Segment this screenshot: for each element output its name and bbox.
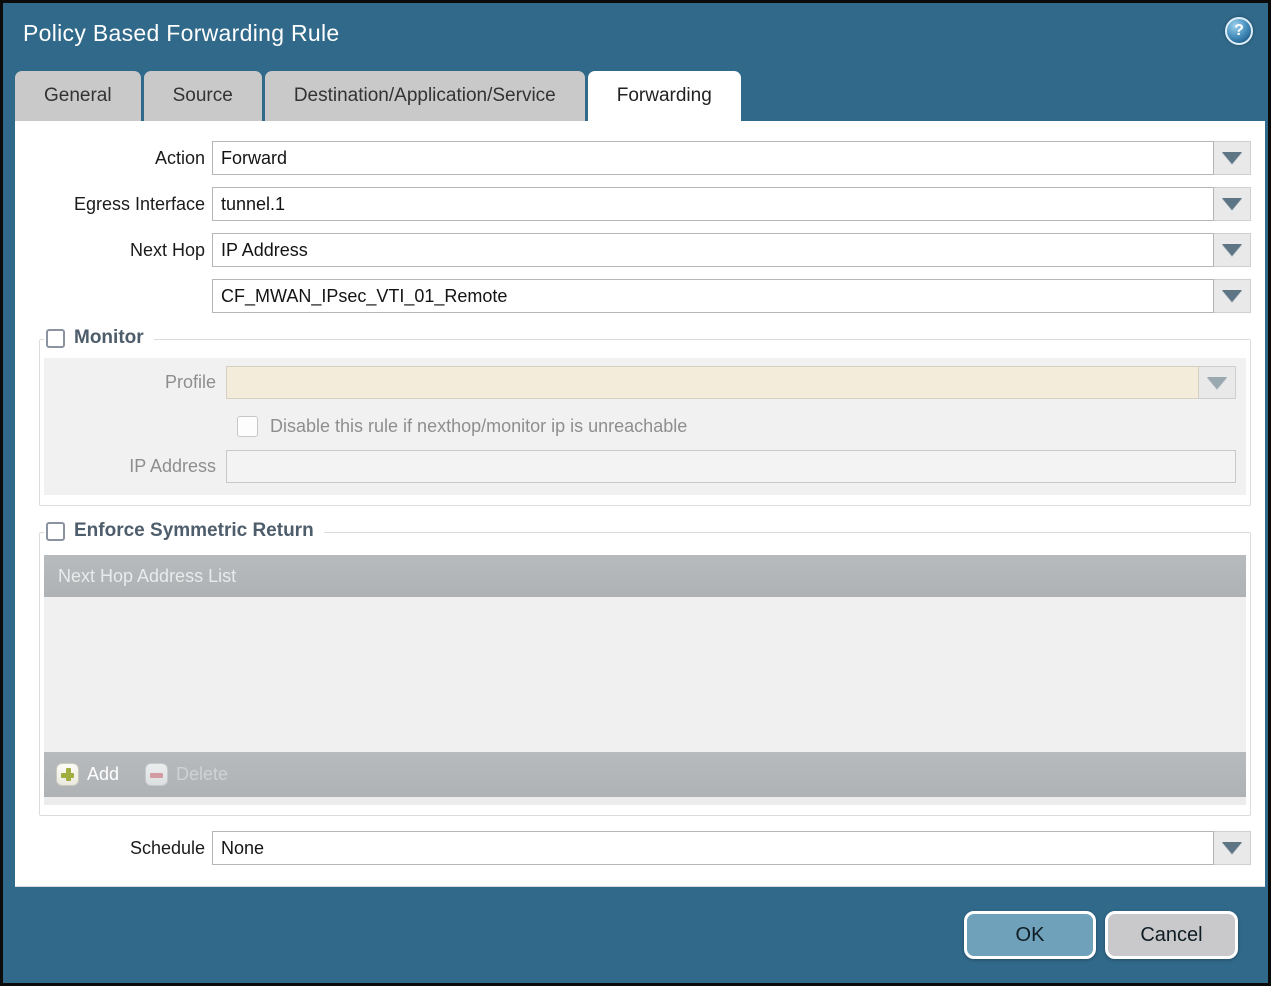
schedule-label: Schedule bbox=[129, 838, 205, 858]
schedule-input[interactable] bbox=[212, 831, 1214, 865]
monitor-ip-address-input bbox=[226, 450, 1236, 483]
monitor-legend: Monitor bbox=[44, 327, 154, 349]
egress-interface-dropdown-button[interactable] bbox=[1214, 187, 1251, 221]
symmetric-return-checkbox[interactable] bbox=[46, 521, 65, 541]
symmetric-return-legend: Enforce Symmetric Return bbox=[44, 520, 324, 542]
next-hop-address-list-header: Next Hop Address List bbox=[44, 555, 1246, 597]
egress-interface-input[interactable] bbox=[212, 187, 1214, 221]
profile-dropdown-button bbox=[1199, 366, 1236, 399]
forwarding-tab-panel: Action Egress Interface Next Hop bbox=[15, 121, 1265, 887]
chevron-down-icon bbox=[1222, 290, 1242, 302]
next-hop-address-list-body bbox=[44, 597, 1246, 752]
table-bottom-strip bbox=[44, 797, 1246, 805]
plus-icon bbox=[56, 763, 79, 786]
next-hop-address-label-spacer bbox=[15, 279, 212, 313]
egress-interface-label: Egress Interface bbox=[73, 194, 205, 214]
dialog-title: Policy Based Forwarding Rule bbox=[23, 20, 340, 46]
schedule-dropdown-button[interactable] bbox=[1214, 831, 1251, 865]
monitor-legend-label: Monitor bbox=[74, 327, 144, 348]
title-bar: Policy Based Forwarding Rule ? bbox=[3, 3, 1268, 63]
next-hop-type-input[interactable] bbox=[212, 233, 1214, 267]
action-label: Action bbox=[154, 148, 205, 168]
pbf-rule-dialog: Policy Based Forwarding Rule ? General S… bbox=[0, 0, 1271, 986]
disable-rule-checkbox bbox=[237, 415, 258, 437]
chevron-down-icon bbox=[1207, 376, 1227, 389]
disable-rule-row: Disable this rule if nexthop/monitor ip … bbox=[237, 414, 1236, 438]
tab-bar: General Source Destination/Application/S… bbox=[15, 71, 741, 121]
action-row: Action bbox=[15, 141, 1265, 175]
next-hop-row: Next Hop bbox=[15, 233, 1265, 267]
monitor-fieldset: Monitor Profile Disable this rule if nex… bbox=[39, 327, 1251, 506]
delete-button: Delete bbox=[145, 763, 228, 786]
delete-button-label: Delete bbox=[176, 764, 229, 784]
cancel-button[interactable]: Cancel bbox=[1105, 911, 1238, 959]
symmetric-return-legend-label: Enforce Symmetric Return bbox=[74, 520, 314, 541]
next-hop-label: Next Hop bbox=[129, 240, 205, 260]
monitor-ip-address-label: IP Address bbox=[129, 456, 216, 476]
symmetric-return-fieldset: Enforce Symmetric Return Next Hop Addres… bbox=[39, 520, 1251, 816]
tab-general[interactable]: General bbox=[15, 71, 141, 121]
add-button-label: Add bbox=[87, 764, 120, 784]
tab-source[interactable]: Source bbox=[143, 71, 262, 121]
tab-destination-application-service[interactable]: Destination/Application/Service bbox=[264, 71, 585, 121]
action-input[interactable] bbox=[212, 141, 1214, 175]
monitor-panel: Profile Disable this rule if nexthop/mon… bbox=[44, 358, 1246, 495]
disable-rule-label: Disable this rule if nexthop/monitor ip … bbox=[270, 415, 688, 436]
next-hop-address-row bbox=[15, 279, 1265, 313]
add-button[interactable]: Add bbox=[56, 763, 119, 786]
monitor-ip-address-row: IP Address bbox=[44, 450, 1236, 483]
action-dropdown-button[interactable] bbox=[1214, 141, 1251, 175]
next-hop-type-dropdown-button[interactable] bbox=[1214, 233, 1251, 267]
chevron-down-icon bbox=[1222, 198, 1242, 210]
next-hop-address-input[interactable] bbox=[212, 279, 1214, 313]
monitor-checkbox[interactable] bbox=[46, 328, 65, 348]
chevron-down-icon bbox=[1222, 842, 1242, 854]
chevron-down-icon bbox=[1222, 152, 1242, 164]
egress-interface-row: Egress Interface bbox=[15, 187, 1265, 221]
profile-row: Profile bbox=[44, 366, 1236, 399]
ok-button[interactable]: OK bbox=[964, 911, 1096, 959]
schedule-row: Schedule bbox=[15, 831, 1265, 865]
chevron-down-icon bbox=[1222, 244, 1242, 256]
next-hop-address-list-table: Next Hop Address List Add Delete bbox=[44, 555, 1246, 805]
help-icon[interactable]: ? bbox=[1225, 17, 1253, 45]
tab-forwarding[interactable]: Forwarding bbox=[587, 71, 741, 121]
profile-label: Profile bbox=[164, 372, 216, 392]
next-hop-address-list-toolbar: Add Delete bbox=[44, 752, 1246, 797]
profile-input bbox=[226, 366, 1199, 399]
next-hop-address-dropdown-button[interactable] bbox=[1214, 279, 1251, 313]
minus-icon bbox=[145, 763, 169, 786]
